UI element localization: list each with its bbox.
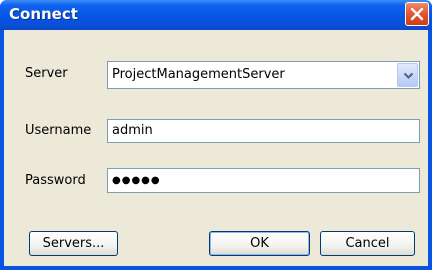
close-button[interactable] xyxy=(405,2,429,26)
password-field[interactable]: ●●●●● xyxy=(107,168,420,193)
username-field[interactable]: admin xyxy=(107,119,420,143)
username-value: admin xyxy=(112,123,153,138)
connect-dialog: Connect Server ProjectManagementServer U… xyxy=(0,0,432,270)
server-selected-value: ProjectManagementServer xyxy=(112,67,285,82)
window-title: Connect xyxy=(9,5,78,23)
servers-button[interactable]: Servers... xyxy=(29,231,118,256)
close-icon xyxy=(410,7,424,21)
username-label: Username xyxy=(25,123,92,138)
chevron-down-icon xyxy=(403,72,414,79)
cancel-button[interactable]: Cancel xyxy=(320,231,415,256)
server-dropdown-button[interactable] xyxy=(397,63,418,87)
server-dropdown[interactable]: ProjectManagementServer xyxy=(107,61,420,89)
password-label: Password xyxy=(25,173,86,188)
password-masked-value: ●●●●● xyxy=(112,175,161,186)
title-bar[interactable]: Connect xyxy=(0,0,432,30)
dialog-body: Server ProjectManagementServer Username … xyxy=(4,30,428,266)
server-label: Server xyxy=(25,66,68,81)
ok-button[interactable]: OK xyxy=(209,231,310,256)
